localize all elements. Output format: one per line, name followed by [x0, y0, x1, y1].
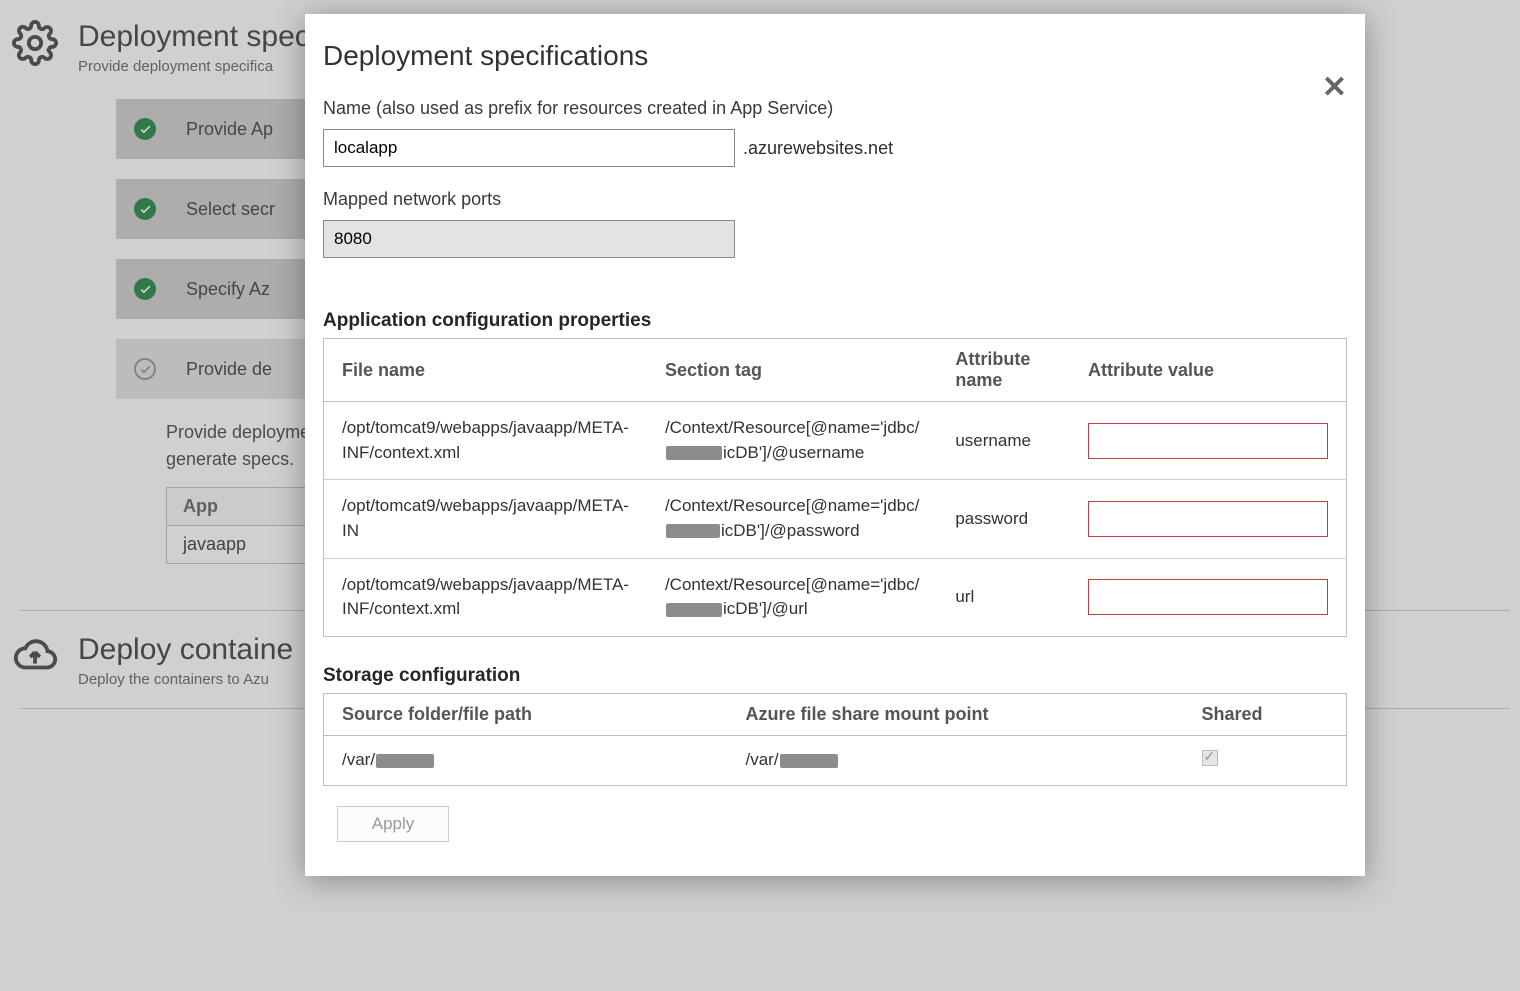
- dialog-title: Deployment specifications: [323, 40, 1347, 72]
- deployment-spec-dialog: Deployment specifications ✕ Name (also u…: [305, 14, 1365, 876]
- cell-source: /var/: [324, 735, 728, 785]
- cell-mount: /var/: [728, 735, 1184, 785]
- col-mount: Azure file share mount point: [728, 693, 1184, 735]
- table-row: /opt/tomcat9/webapps/javaapp/META-IN /Co…: [324, 480, 1347, 558]
- cell-val: [1070, 402, 1347, 480]
- cell-file: /opt/tomcat9/webapps/javaapp/META-IN: [324, 480, 647, 558]
- cell-attr: username: [937, 402, 1070, 480]
- redacted-block: [666, 446, 722, 460]
- storage-table: Source folder/file path Azure file share…: [323, 693, 1347, 786]
- cell-section: /Context/Resource[@name='jdbc/icDB']/@ur…: [647, 558, 937, 636]
- name-input[interactable]: [323, 129, 735, 167]
- ports-input: [323, 220, 735, 258]
- cell-attr: password: [937, 480, 1070, 558]
- redacted-block: [666, 524, 720, 538]
- cell-shared: [1184, 735, 1347, 785]
- redacted-block: [376, 754, 434, 768]
- appconfig-table: File name Section tag Attribute name Att…: [323, 338, 1347, 637]
- shared-checkbox: [1202, 750, 1218, 766]
- cell-attr: url: [937, 558, 1070, 636]
- col-shared: Shared: [1184, 693, 1347, 735]
- cell-file: /opt/tomcat9/webapps/javaapp/META-INF/co…: [324, 558, 647, 636]
- table-row: /opt/tomcat9/webapps/javaapp/META-INF/co…: [324, 402, 1347, 480]
- cell-section: /Context/Resource[@name='jdbc/icDB']/@pa…: [647, 480, 937, 558]
- col-section: Section tag: [647, 339, 937, 402]
- username-input[interactable]: [1088, 423, 1328, 459]
- col-val: Attribute value: [1070, 339, 1347, 402]
- col-file: File name: [324, 339, 647, 402]
- name-label: Name (also used as prefix for resources …: [323, 98, 1347, 119]
- appconfig-heading: Application configuration properties: [323, 310, 1347, 332]
- col-attr: Attribute name: [937, 339, 1070, 402]
- apply-button[interactable]: Apply: [337, 806, 449, 842]
- url-input[interactable]: [1088, 579, 1328, 615]
- ports-label: Mapped network ports: [323, 189, 1347, 210]
- redacted-block: [666, 603, 722, 617]
- close-icon: ✕: [1322, 71, 1347, 104]
- name-suffix: .azurewebsites.net: [743, 138, 893, 159]
- cell-file: /opt/tomcat9/webapps/javaapp/META-INF/co…: [324, 402, 647, 480]
- table-row: /var/ /var/: [324, 735, 1347, 785]
- redacted-block: [780, 754, 838, 768]
- cell-val: [1070, 480, 1347, 558]
- storage-heading: Storage configuration: [323, 665, 1347, 687]
- cell-val: [1070, 558, 1347, 636]
- table-row: /opt/tomcat9/webapps/javaapp/META-INF/co…: [324, 558, 1347, 636]
- cell-section: /Context/Resource[@name='jdbc/icDB']/@us…: [647, 402, 937, 480]
- password-input[interactable]: [1088, 501, 1328, 537]
- col-source: Source folder/file path: [324, 693, 728, 735]
- close-button[interactable]: ✕: [1322, 70, 1347, 105]
